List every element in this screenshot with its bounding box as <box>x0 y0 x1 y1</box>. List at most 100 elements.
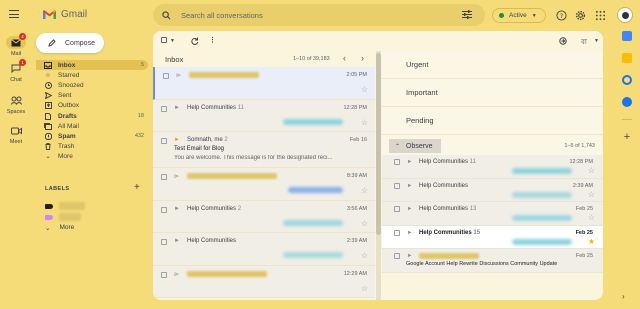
rail-chat[interactable]: 1 Chat <box>4 59 28 83</box>
row-checkbox[interactable] <box>161 239 167 245</box>
contacts-icon[interactable] <box>622 97 632 107</box>
inbox-scrollbar[interactable] <box>376 51 381 300</box>
email-row[interactable]: ► Help Communities 11 12:28 PM ☆ <box>153 99 375 132</box>
nav-item-inbox[interactable]: Inbox 5 <box>36 60 148 71</box>
prev-page-icon[interactable]: ‹ <box>343 53 346 63</box>
main-menu-icon[interactable] <box>9 10 19 18</box>
star-icon[interactable]: ☆ <box>361 186 368 195</box>
observe-email-row-unread[interactable]: ► Help Communities 15 Feb 25 ★ <box>382 225 603 249</box>
search-options-icon[interactable] <box>462 10 472 19</box>
status-selector[interactable]: Active ▼ <box>492 8 546 23</box>
row-checkbox[interactable] <box>394 206 400 212</box>
importance-marker-icon[interactable]: ► <box>407 230 412 236</box>
star-icon[interactable]: ☆ <box>588 166 595 175</box>
star-icon[interactable]: ☆ <box>588 190 595 199</box>
row-checkbox[interactable] <box>163 73 169 79</box>
apps-grid-icon[interactable] <box>595 10 606 21</box>
select-dropdown-icon[interactable]: ▼ <box>170 38 175 44</box>
tasks-icon[interactable] <box>622 75 632 85</box>
row-checkbox[interactable] <box>161 105 167 112</box>
input-tools-language[interactable]: বা <box>581 36 587 48</box>
section-pending[interactable]: Pending <box>382 107 603 135</box>
keep-icon[interactable] <box>622 53 632 63</box>
labels-more[interactable]: ⌄ More <box>45 224 74 232</box>
row-checkbox[interactable] <box>161 174 167 180</box>
email-row[interactable]: ► Help Communities 2:39 AM ☆ <box>153 233 375 266</box>
section-urgent[interactable]: Urgent <box>382 51 603 79</box>
email-row[interactable]: ► Somnath, me 2 Feb 16 Test Email for Bl… <box>153 132 375 168</box>
importance-marker-icon[interactable]: ⊳ <box>174 271 179 278</box>
search-bar[interactable]: Search all conversations <box>153 4 485 26</box>
importance-marker-icon[interactable]: ⊳ <box>174 173 179 180</box>
multiple-inbox-icon[interactable] <box>559 37 567 45</box>
nav-item-outbox[interactable]: Outbox <box>36 101 148 111</box>
search-icon[interactable] <box>162 10 171 20</box>
label-item[interactable] <box>45 213 81 221</box>
observe-email-row[interactable]: ► Feb 25 Google Account Help Rewrite Dis… <box>382 249 603 273</box>
nav-item-all-mail[interactable]: All Mail <box>36 121 148 131</box>
email-row[interactable]: ► Help Communities 2 3:56 AM ☆ <box>153 200 375 233</box>
row-checkbox[interactable] <box>394 159 400 165</box>
email-row[interactable]: ⊳ 12:29 AM ☆ <box>153 265 375 298</box>
row-checkbox[interactable] <box>394 229 400 236</box>
rail-meet[interactable]: Meet <box>4 124 28 145</box>
row-checkbox[interactable] <box>161 271 167 278</box>
star-icon[interactable]: ☆ <box>361 85 368 94</box>
email-row[interactable]: ⊳ 8:39 AM ☆ <box>153 168 375 201</box>
select-all-checkbox[interactable] <box>161 37 167 43</box>
gmail-logo[interactable]: Gmail <box>42 9 87 20</box>
create-label-plus-icon[interactable]: + <box>134 182 140 193</box>
email-row[interactable]: ⊳ 2:05 PM ☆ <box>153 67 375 100</box>
row-checkbox[interactable] <box>161 138 167 144</box>
importance-marker-icon[interactable]: ► <box>407 159 412 165</box>
star-icon[interactable]: ☆ <box>361 219 368 228</box>
nav-item-drafts[interactable]: Drafts 18 <box>36 111 148 121</box>
scrollbar-thumb[interactable] <box>376 53 381 235</box>
importance-marker-icon[interactable]: ► <box>174 206 180 212</box>
importance-marker-icon[interactable]: ► <box>174 137 180 143</box>
importance-marker-icon[interactable]: ► <box>174 238 180 244</box>
star-icon[interactable]: ☆ <box>588 213 595 222</box>
nav-item-starred[interactable]: ☆ Starred <box>36 70 148 80</box>
row-checkbox[interactable] <box>394 253 400 259</box>
section-important[interactable]: Important <box>382 79 603 107</box>
row-sender: Help Communities 2 <box>187 206 241 212</box>
nav-item-more[interactable]: ⌄ More <box>36 152 148 162</box>
rail-spaces[interactable]: Spaces <box>4 94 28 115</box>
nav-item-sent[interactable]: Sent <box>36 91 148 101</box>
star-icon[interactable]: ☆ <box>361 118 368 127</box>
importance-marker-icon[interactable]: ► <box>174 105 180 111</box>
star-icon[interactable]: ☆ <box>361 251 368 260</box>
language-dropdown-icon[interactable]: ▼ <box>594 38 599 44</box>
rail-mail[interactable]: 4 Mail <box>4 33 28 57</box>
observe-email-row[interactable]: ► Help Communities 11 12:28 PM ☆ <box>382 155 603 179</box>
compose-button[interactable]: Compose <box>36 33 104 53</box>
more-options-icon[interactable]: ⋮ <box>209 36 216 44</box>
importance-marker-icon[interactable]: ⊳ <box>176 72 181 79</box>
nav-label-snoozed: Snoozed <box>58 81 84 89</box>
help-icon[interactable]: ? <box>556 10 567 21</box>
account-avatar[interactable] <box>617 7 633 23</box>
settings-gear-icon[interactable] <box>575 10 586 21</box>
importance-marker-icon[interactable]: ► <box>407 253 412 259</box>
next-page-icon[interactable]: › <box>361 53 364 63</box>
sender-redacted <box>187 270 267 277</box>
add-addon-plus-icon[interactable]: + <box>622 132 632 143</box>
nav-item-trash[interactable]: Trash <box>36 142 148 152</box>
expand-side-panel-icon[interactable]: › <box>622 292 625 301</box>
row-checkbox[interactable] <box>161 206 167 213</box>
importance-marker-icon[interactable]: ► <box>407 183 412 189</box>
nav-item-spam[interactable]: Spam 432 <box>36 131 148 141</box>
importance-marker-icon[interactable]: ► <box>407 206 412 212</box>
star-icon[interactable]: ☆ <box>361 284 368 293</box>
search-input[interactable]: Search all conversations <box>181 11 263 20</box>
starred-icon[interactable]: ★ <box>588 237 595 246</box>
label-item[interactable] <box>45 202 85 210</box>
observe-email-row[interactable]: ► Help Communities 2:39 AM ☆ <box>382 178 603 202</box>
observe-email-row[interactable]: ► Help Communities 13 Feb 25 ☆ <box>382 202 603 226</box>
nav-item-snoozed[interactable]: Snoozed <box>36 80 148 90</box>
row-checkbox[interactable] <box>394 182 400 189</box>
observe-collapse-toggle[interactable]: ⌃ Observe <box>389 139 441 153</box>
calendar-icon[interactable] <box>622 31 632 41</box>
refresh-icon[interactable] <box>191 37 199 45</box>
